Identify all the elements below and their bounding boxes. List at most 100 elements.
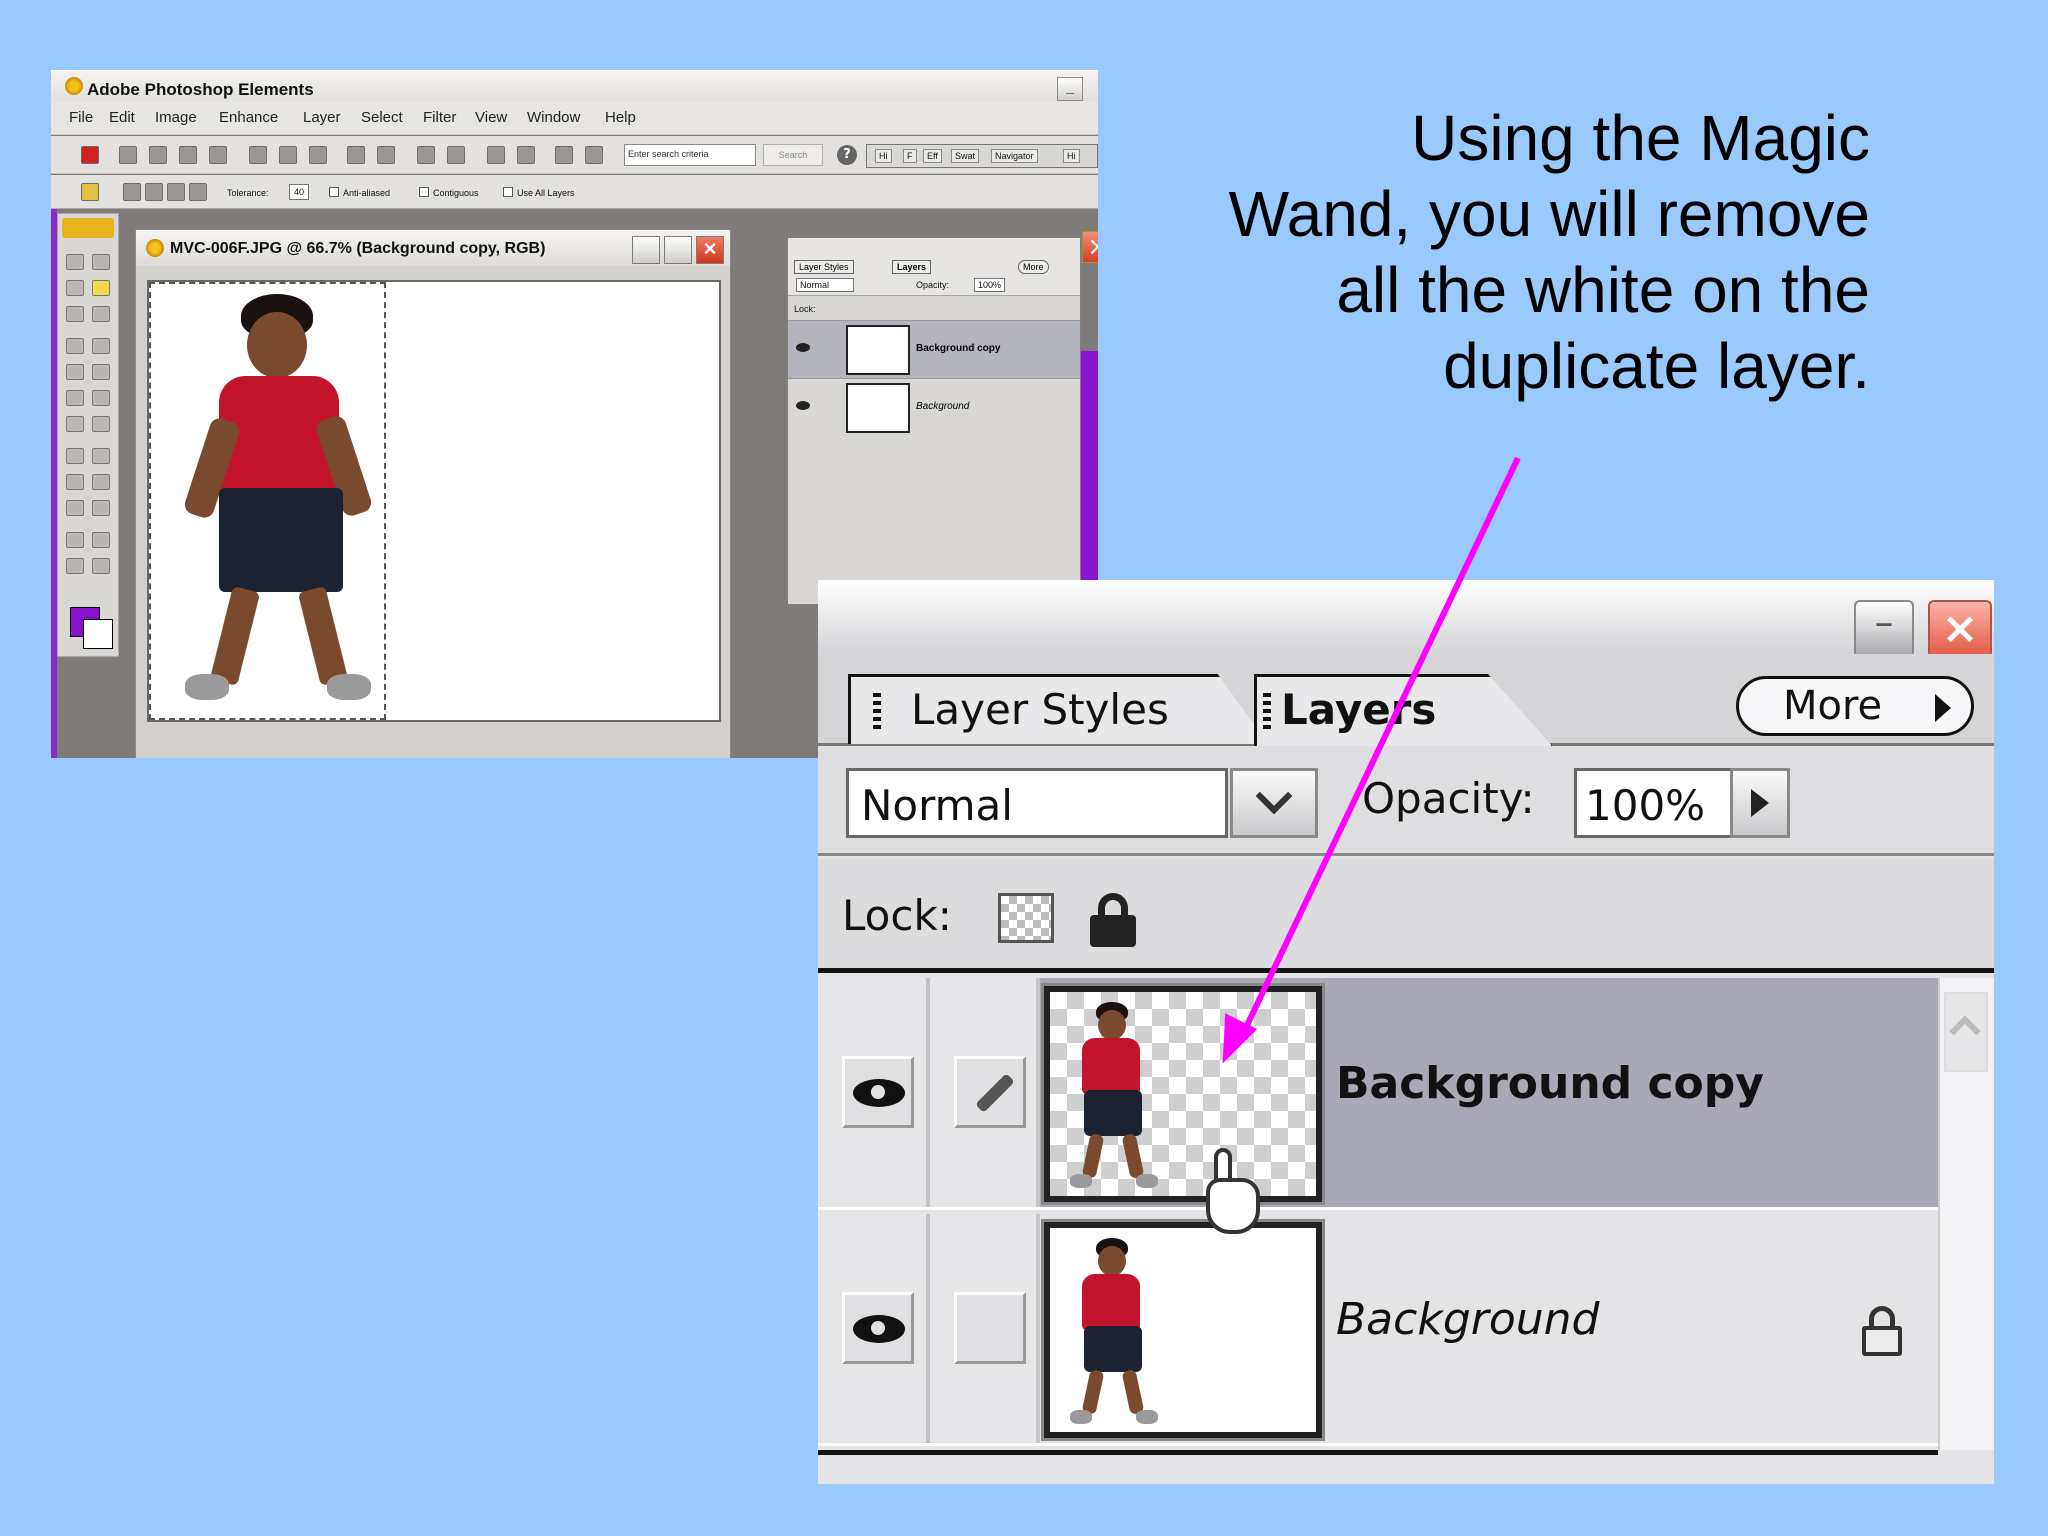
brush-selection-tool-icon[interactable] <box>66 306 84 322</box>
clone-stamp-tool-icon[interactable] <box>66 532 84 548</box>
new-file-icon[interactable] <box>119 146 137 164</box>
brush-link-icon[interactable] <box>954 1056 1026 1128</box>
opacity-slider-button[interactable] <box>1730 768 1790 838</box>
tab-layer-styles[interactable]: Layer Styles <box>848 674 1268 744</box>
hand-tool-icon[interactable] <box>66 558 84 574</box>
eye-icon[interactable] <box>842 1292 914 1364</box>
link-empty-box[interactable] <box>954 1292 1026 1364</box>
small-blend-select[interactable]: Normal <box>796 278 855 292</box>
help-icon[interactable]: ? <box>837 145 857 165</box>
small-tab-layer-styles[interactable]: Layer Styles <box>794 260 854 274</box>
small-tab-layers[interactable]: Layers <box>892 260 932 274</box>
lasso-tool-icon[interactable] <box>66 280 84 296</box>
menu-select[interactable]: Select <box>361 109 403 126</box>
blur-tool-icon[interactable] <box>66 448 84 464</box>
menu-help[interactable]: Help <box>605 109 636 126</box>
opacity-input[interactable]: 100% <box>1574 768 1734 838</box>
lock-all-icon[interactable] <box>1090 893 1136 947</box>
small-eye-icon[interactable] <box>796 401 810 410</box>
eye-icon[interactable] <box>842 1056 914 1128</box>
palette-tab-filters[interactable]: F <box>903 149 917 163</box>
crop-tool-icon[interactable] <box>92 306 110 322</box>
menu-file[interactable]: File <box>69 109 93 126</box>
layer-thumbnail-background[interactable] <box>1041 1219 1325 1441</box>
small-palette-close-button[interactable]: × <box>1082 231 1098 263</box>
search-button[interactable]: Search <box>763 144 823 166</box>
undo-icon[interactable] <box>487 146 505 164</box>
small-layer-row-background-copy[interactable]: Background copy <box>788 320 1080 378</box>
doc-close-button[interactable]: × <box>696 236 724 264</box>
tolerance-input[interactable]: 40 <box>289 184 310 200</box>
panel-minimize-button[interactable]: – <box>1854 600 1914 658</box>
paint-bucket-tool-icon[interactable] <box>66 364 84 380</box>
background-color-swatch[interactable] <box>83 619 113 649</box>
zoom-tool-icon[interactable] <box>92 558 110 574</box>
small-opacity-input[interactable]: 100% <box>974 278 1006 292</box>
import-icon[interactable] <box>209 146 227 164</box>
impressionist-brush-tool-icon[interactable] <box>92 416 110 432</box>
use-all-layers-checkbox[interactable] <box>503 187 513 197</box>
anti-aliased-checkbox[interactable] <box>329 187 339 197</box>
open-icon[interactable] <box>149 146 167 164</box>
new-selection-icon[interactable] <box>123 183 141 201</box>
copy-icon[interactable] <box>447 146 465 164</box>
layer-row-background[interactable]: Background <box>818 1214 1938 1446</box>
blend-mode-select[interactable]: Normal <box>846 768 1228 838</box>
eyedropper-tool-icon[interactable] <box>92 532 110 548</box>
minimize-button[interactable]: _ <box>1057 77 1083 101</box>
marquee-tool-icon[interactable] <box>66 254 84 270</box>
menu-edit[interactable]: Edit <box>109 109 135 126</box>
panel-close-button[interactable]: × <box>1928 600 1992 658</box>
magic-wand-icon[interactable] <box>81 183 99 201</box>
magic-wand-tool-icon[interactable] <box>92 280 110 296</box>
preview-icon[interactable] <box>377 146 395 164</box>
search-input[interactable]: Enter search criteria <box>624 144 756 166</box>
blend-mode-dropdown-button[interactable] <box>1230 768 1318 838</box>
palette-tab-swatches[interactable]: Swat <box>951 149 980 163</box>
menu-image[interactable]: Image <box>155 109 197 126</box>
sponge-tool-icon[interactable] <box>66 474 84 490</box>
adobe-icon[interactable] <box>81 146 99 164</box>
palette-tab-effects[interactable]: Eff <box>923 149 942 163</box>
toolbox-grip[interactable] <box>62 218 114 238</box>
doc-minimize-button[interactable] <box>632 236 660 264</box>
print-icon[interactable] <box>309 146 327 164</box>
layers-scrollbar[interactable] <box>1938 978 1994 1450</box>
doc-maximize-button[interactable] <box>664 236 692 264</box>
palette-tab-history[interactable]: Hi <box>1063 149 1080 163</box>
save-icon[interactable] <box>249 146 267 164</box>
scroll-up-button[interactable] <box>1944 992 1988 1072</box>
menu-layer[interactable]: Layer <box>303 109 341 126</box>
email-icon[interactable] <box>347 146 365 164</box>
intersect-selection-icon[interactable] <box>189 183 207 201</box>
tab-layers[interactable]: Layers <box>1254 674 1554 748</box>
step-icon[interactable] <box>555 146 573 164</box>
burn-tool-icon[interactable] <box>92 500 110 516</box>
small-eye-icon[interactable] <box>796 343 810 352</box>
layer-thumbnail-background-copy[interactable] <box>1041 983 1325 1205</box>
move-tool-icon[interactable] <box>92 254 110 270</box>
sharpen-tool-icon[interactable] <box>92 448 110 464</box>
history-icon[interactable] <box>585 146 603 164</box>
more-button[interactable]: More <box>1736 676 1974 736</box>
small-layer-row-background[interactable]: Background <box>788 378 1080 436</box>
dodge-tool-icon[interactable] <box>66 500 84 516</box>
pencil-tool-icon[interactable] <box>66 390 84 406</box>
type-tool-icon[interactable] <box>92 338 110 354</box>
palette-tab-navigator[interactable]: Navigator <box>991 149 1038 163</box>
smudge-tool-icon[interactable] <box>92 474 110 490</box>
layer-row-background-copy[interactable]: Background copy <box>818 978 1938 1210</box>
menu-window[interactable]: Window <box>527 109 580 126</box>
small-more-button[interactable]: More <box>1018 260 1049 274</box>
save-web-icon[interactable] <box>279 146 297 164</box>
menu-filter[interactable]: Filter <box>423 109 456 126</box>
contiguous-checkbox[interactable] <box>419 187 429 197</box>
palette-tab-hints[interactable]: Hi <box>875 149 892 163</box>
menu-view[interactable]: View <box>475 109 507 126</box>
shape-tool-icon[interactable] <box>66 338 84 354</box>
add-selection-icon[interactable] <box>145 183 163 201</box>
image-canvas[interactable] <box>147 280 721 722</box>
subtract-selection-icon[interactable] <box>167 183 185 201</box>
menu-enhance[interactable]: Enhance <box>219 109 278 126</box>
redo-icon[interactable] <box>517 146 535 164</box>
